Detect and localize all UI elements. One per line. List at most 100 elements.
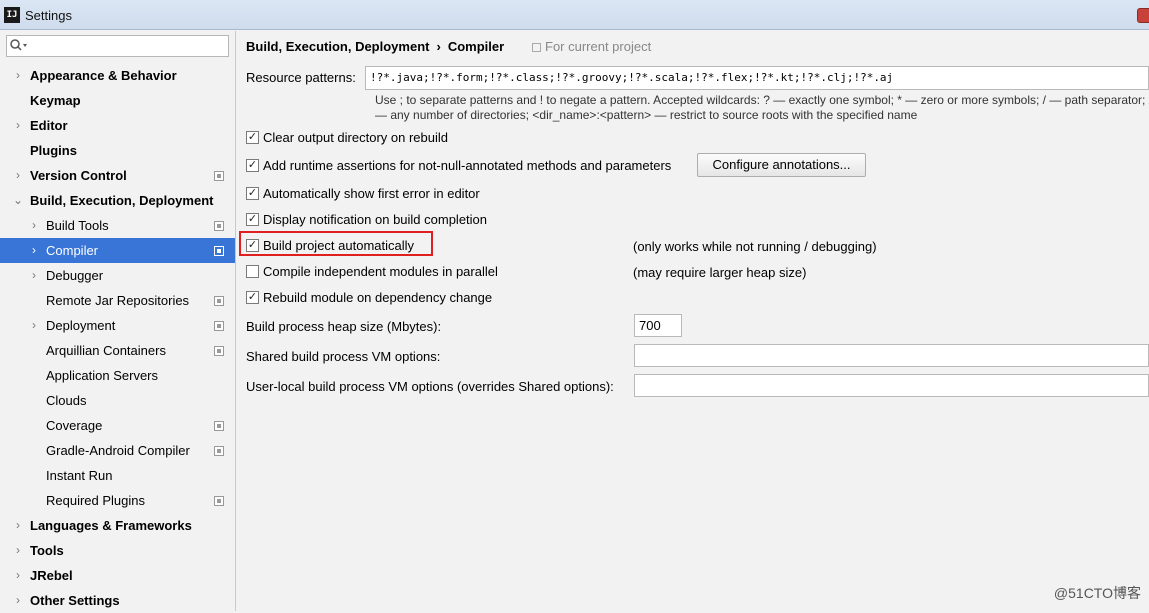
project-level-icon [214, 171, 224, 181]
build-automatically-note: (only works while not running / debuggin… [633, 239, 877, 254]
sidebar-item-label: Arquillian Containers [46, 343, 166, 358]
sidebar-item-label: Plugins [30, 143, 77, 158]
sidebar-item-compiler[interactable]: › Compiler [0, 238, 235, 263]
user-vm-options-label: User-local build process VM options (ove… [246, 379, 614, 394]
collapsed-arrow-icon[interactable]: › [13, 163, 23, 188]
sidebar-item-languages-frameworks[interactable]: › Languages & Frameworks [0, 513, 235, 538]
sidebar-item-label: Deployment [46, 318, 116, 333]
sidebar-item-label: Build Tools [46, 218, 109, 233]
sidebar-item-instant-run[interactable]: Instant Run [0, 463, 235, 488]
shared-vm-options-input[interactable] [634, 344, 1149, 367]
show-first-error-checkbox[interactable]: ✓ [246, 187, 259, 200]
runtime-assertions-checkbox[interactable]: ✓ [246, 159, 259, 172]
breadcrumb-separator: › [436, 39, 441, 54]
sidebar-item-label: JRebel [30, 568, 73, 583]
sidebar-item-label: Tools [30, 543, 64, 558]
rebuild-module-checkbox[interactable]: ✓ [246, 291, 259, 304]
sidebar-item-label: Application Servers [46, 368, 158, 383]
sidebar-item-version-control[interactable]: › Version Control [0, 163, 235, 188]
collapsed-arrow-icon[interactable]: › [29, 263, 39, 288]
sidebar-item-coverage[interactable]: Coverage [0, 413, 235, 438]
breadcrumb-parent[interactable]: Build, Execution, Deployment [246, 39, 429, 54]
compile-parallel-label: Compile independent modules in parallel [263, 264, 498, 279]
project-level-icon [214, 221, 224, 231]
watermark: @51CTO博客 [1053, 585, 1141, 601]
sidebar-item-label: Clouds [46, 393, 87, 408]
breadcrumb: Build, Execution, Deployment › Compiler [246, 39, 504, 54]
sidebar-item-label: Compiler [46, 243, 99, 258]
project-scope-icon [532, 43, 541, 52]
collapsed-arrow-icon[interactable]: › [13, 113, 23, 138]
sidebar-item-debugger[interactable]: › Debugger [0, 263, 235, 288]
expanded-arrow-icon[interactable]: ⌄ [13, 188, 23, 213]
compile-parallel-note: (may require larger heap size) [633, 265, 807, 280]
collapsed-arrow-icon[interactable]: › [13, 538, 23, 563]
collapsed-arrow-icon[interactable]: › [13, 513, 23, 538]
collapsed-arrow-icon[interactable]: › [29, 313, 39, 338]
scope-indicator: For current project [532, 39, 651, 54]
resource-patterns-field[interactable]: !?*.java;!?*.form;!?*.class;!?*.groovy;!… [365, 66, 1149, 90]
clear-output-label: Clear output directory on rebuild [263, 130, 448, 145]
show-first-error-label: Automatically show first error in editor [263, 186, 480, 201]
search-input[interactable] [31, 38, 225, 54]
sidebar-item-label: Debugger [46, 268, 104, 283]
collapsed-arrow-icon[interactable]: › [29, 238, 39, 263]
resource-patterns-label: Resource patterns: [246, 70, 356, 85]
sidebar-item-label: Remote Jar Repositories [46, 293, 190, 308]
sidebar-item-required-plugins[interactable]: Required Plugins [0, 488, 235, 513]
sidebar-item-editor[interactable]: › Editor [0, 113, 235, 138]
sidebar-item-remote-jar-repositories[interactable]: Remote Jar Repositories [0, 288, 235, 313]
sidebar-item-label: Other Settings [30, 593, 120, 608]
sidebar-item-label: Languages & Frameworks [30, 518, 192, 533]
sidebar-item-other-settings[interactable]: › Other Settings [0, 588, 235, 613]
collapsed-arrow-icon[interactable]: › [13, 63, 23, 88]
sidebar-item-label: Editor [30, 118, 68, 133]
breadcrumb-current: Compiler [447, 39, 505, 54]
project-level-icon [214, 446, 224, 456]
display-notification-checkbox[interactable]: ✓ [246, 213, 259, 226]
heap-size-label: Build process heap size (Mbytes): [246, 319, 442, 334]
sidebar-item-label: Keymap [30, 93, 81, 108]
sidebar-item-label: Appearance & Behavior [30, 68, 177, 83]
configure-annotations-button[interactable]: Configure annotations... [697, 153, 866, 177]
sidebar-item-tools[interactable]: › Tools [0, 538, 235, 563]
sidebar-item-plugins[interactable]: Plugins [0, 138, 235, 163]
runtime-assertions-label: Add runtime assertions for not-null-anno… [263, 158, 672, 173]
build-automatically-label: Build project automatically [263, 238, 415, 253]
collapsed-arrow-icon[interactable]: › [13, 588, 23, 613]
sidebar-item-appearance-behavior[interactable]: › Appearance & Behavior [0, 63, 235, 88]
sidebar-item-keymap[interactable]: Keymap [0, 88, 235, 113]
search-icon [10, 39, 27, 51]
settings-sidebar: › Appearance & Behavior Keymap › Editor Plugi… [0, 31, 236, 611]
resource-patterns-hint-line1: Use ; to separate patterns and ! to nega… [375, 93, 1149, 107]
project-level-icon [214, 346, 224, 356]
project-level-icon [214, 496, 224, 506]
project-level-icon [214, 421, 224, 431]
sidebar-item-arquillian-containers[interactable]: Arquillian Containers [0, 338, 235, 363]
clear-output-checkbox[interactable]: ✓ [246, 131, 259, 144]
sidebar-item-label: Gradle-Android Compiler [46, 443, 190, 458]
collapsed-arrow-icon[interactable]: › [13, 563, 23, 588]
sidebar-item-build-tools[interactable]: › Build Tools [0, 213, 235, 238]
settings-search-box[interactable] [6, 35, 229, 57]
collapsed-arrow-icon[interactable]: › [29, 213, 39, 238]
heap-size-input[interactable]: 700 [634, 314, 682, 337]
sidebar-item-gradle-android-compiler[interactable]: Gradle-Android Compiler [0, 438, 235, 463]
resource-patterns-hint-line2: — any number of directories; <dir_name>:… [375, 108, 918, 122]
sidebar-item-label: Instant Run [46, 468, 113, 483]
close-window-button[interactable] [1137, 8, 1149, 23]
sidebar-item-application-servers[interactable]: Application Servers [0, 363, 235, 388]
build-automatically-checkbox[interactable]: ✓ [246, 239, 259, 252]
sidebar-item-clouds[interactable]: Clouds [0, 388, 235, 413]
display-notification-label: Display notification on build completion [263, 212, 488, 227]
sidebar-item-build-execution-deployment[interactable]: ⌄ Build, Execution, Deployment [0, 188, 235, 213]
compile-parallel-checkbox[interactable] [246, 265, 259, 278]
shared-vm-options-label: Shared build process VM options: [246, 349, 441, 364]
project-level-icon [214, 296, 224, 306]
title-bar: IJ Settings [0, 0, 1149, 30]
user-vm-options-input[interactable] [634, 374, 1149, 397]
sidebar-item-label: Build, Execution, Deployment [30, 193, 214, 208]
sidebar-item-label: Coverage [46, 418, 103, 433]
sidebar-item-jrebel[interactable]: › JRebel [0, 563, 235, 588]
sidebar-item-deployment[interactable]: › Deployment [0, 313, 235, 338]
